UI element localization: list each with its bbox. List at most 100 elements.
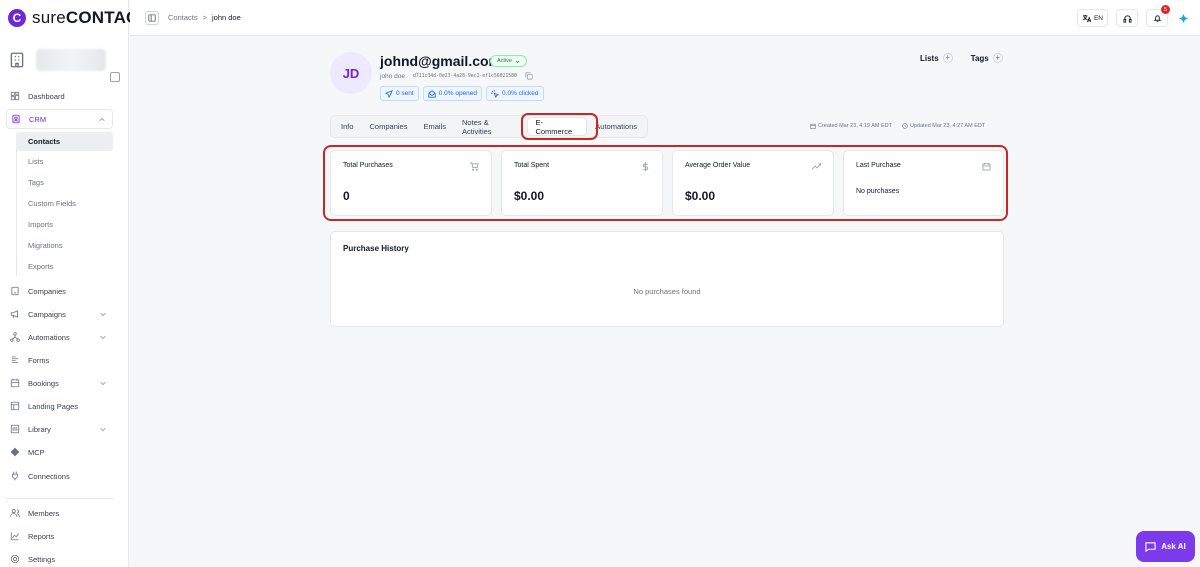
tab-emails[interactable]: Emails — [416, 118, 453, 135]
sidebar-sub-contacts[interactable]: Contacts — [16, 132, 113, 151]
breadcrumb-separator: > — [202, 13, 207, 22]
logo-mark: C — [8, 9, 26, 27]
calendar-icon — [10, 378, 20, 388]
sidebar-collapse-button[interactable] — [110, 72, 120, 82]
lists-tags: Lists + Tags + — [920, 53, 1003, 63]
notification-badge: 5 — [1161, 5, 1170, 14]
notifications-button[interactable]: 5 — [1146, 5, 1170, 27]
sidebar-item-companies[interactable]: Companies — [6, 281, 113, 301]
chevron-down-icon — [100, 381, 106, 386]
plus-icon: + — [942, 53, 953, 63]
layout-icon — [10, 401, 20, 411]
sidebar-item-crm[interactable]: CRM — [6, 109, 113, 129]
brand-icon[interactable] — [1176, 11, 1190, 25]
updated-date: Updated Mar 23, 4:27 AM EDT — [902, 123, 985, 129]
building-icon — [11, 286, 19, 296]
building-icon — [10, 52, 24, 68]
logo[interactable]: C sureCONTACT — [8, 8, 149, 28]
sidebar-item-label: Bookings — [28, 378, 59, 388]
contact-name: john doe — [380, 72, 405, 80]
sidebar-item-label: Members — [28, 508, 60, 518]
plus-icon: + — [992, 53, 1003, 63]
sidebar-item-connections[interactable]: Connections — [6, 466, 113, 486]
stat-sent: 0 sent — [380, 86, 419, 101]
translate-icon — [1082, 14, 1091, 22]
sidebar-item-mcp[interactable]: MCP — [6, 442, 113, 462]
cursor-click-icon — [491, 89, 500, 98]
sidebar: C sureCONTACT Dashboard CRM Contacts Lis… — [0, 0, 149, 567]
sidebar-item-label: MCP — [28, 447, 45, 457]
sidebar-divider — [6, 498, 113, 499]
tab-notes-activities[interactable]: Notes & Activities — [455, 118, 526, 136]
sidebar-item-label: Dashboard — [28, 91, 65, 101]
tab-info[interactable]: Info — [334, 118, 361, 135]
sidebar-item-label: Landing Pages — [28, 401, 79, 411]
created-date: Created Mar 23, 4:19 AM EDT — [810, 123, 892, 129]
form-icon — [11, 356, 19, 363]
purchase-history-title: Purchase History — [343, 244, 409, 253]
sidebar-item-forms[interactable]: Forms — [6, 350, 113, 370]
panel-icon — [148, 14, 156, 22]
copy-icon[interactable] — [525, 72, 533, 80]
highlight-ecommerce-cards — [323, 145, 1008, 221]
bell-icon — [1153, 14, 1161, 22]
headset-icon — [1122, 14, 1132, 23]
sidebar-item-bookings[interactable]: Bookings — [6, 373, 113, 393]
topbar: Contacts > john doe EN 5 — [130, 0, 1200, 36]
tab-companies[interactable]: Companies — [363, 118, 415, 135]
gear-icon — [10, 554, 20, 564]
ask-ai-button[interactable]: Ask AI — [1136, 531, 1195, 562]
sidebar-item-library[interactable]: Library — [6, 419, 113, 439]
sidebar-item-campaigns[interactable]: Campaigns — [6, 304, 113, 324]
chart-icon — [10, 532, 20, 541]
chevron-down-icon — [100, 312, 106, 317]
contact-subline: john doe d711c34d-0e23-4a28-9ec1-ef1c560… — [380, 72, 533, 80]
sidebar-item-reports[interactable]: Reports — [6, 526, 113, 546]
sidebar-sub-imports[interactable]: Imports — [16, 215, 113, 234]
chevron-down-icon — [100, 335, 106, 340]
language-button[interactable]: EN — [1076, 9, 1108, 27]
sidebar-item-label: Settings — [28, 554, 56, 564]
mcp-icon — [10, 447, 20, 457]
sidebar-sub-migrations[interactable]: Migrations — [16, 236, 113, 255]
sidebar-sub-exports[interactable]: Exports — [16, 257, 113, 276]
breadcrumb-contacts[interactable]: Contacts — [168, 13, 198, 22]
sidebar-sub-custom-fields[interactable]: Custom Fields — [16, 194, 113, 213]
contact-id: d711c34d-0e23-4a28-9ec1-ef1c56021580 — [412, 73, 517, 79]
chevron-down-icon — [100, 427, 106, 432]
breadcrumb-current: john doe — [212, 13, 241, 22]
users-icon — [10, 509, 20, 517]
sidebar-toggle-button[interactable] — [145, 11, 159, 25]
sidebar-item-settings[interactable]: Settings — [6, 549, 113, 567]
chevron-down-icon — [515, 60, 520, 63]
chat-icon — [1145, 542, 1156, 552]
sidebar-item-dashboard[interactable]: Dashboard — [6, 86, 113, 106]
dashboard-icon — [10, 91, 20, 101]
chevron-up-icon — [99, 117, 105, 122]
email-stats: 0 sent 0.0% opened 0.0% clicked — [380, 86, 544, 101]
workspace-switcher[interactable] — [8, 40, 120, 80]
sidebar-item-label: Automations — [28, 332, 70, 342]
breadcrumb: Contacts > john doe — [168, 13, 241, 22]
support-button[interactable] — [1116, 9, 1138, 27]
sidebar-item-landing-pages[interactable]: Landing Pages — [6, 396, 113, 416]
tags-add-button[interactable]: Tags + — [971, 53, 1003, 63]
sidebar-item-members[interactable]: Members — [6, 503, 113, 523]
megaphone-icon — [10, 310, 18, 318]
status-badge[interactable]: Active — [490, 55, 527, 67]
automation-icon — [10, 332, 20, 342]
contact-email: johnd@gmail.com — [380, 53, 501, 69]
contact-tabs: Info Companies Emails Notes & Activities… — [330, 115, 648, 138]
sidebar-sub-tags[interactable]: Tags — [16, 173, 113, 192]
topbar-actions: EN 5 — [1076, 5, 1190, 27]
sidebar-sub-lists[interactable]: Lists — [16, 152, 113, 171]
avatar: JD — [330, 52, 372, 94]
purchase-history-empty: No purchases found — [633, 287, 701, 296]
library-icon — [10, 424, 20, 434]
clock-icon — [902, 123, 908, 129]
sidebar-item-automations[interactable]: Automations — [6, 327, 113, 347]
crm-icon — [12, 114, 20, 124]
lists-add-button[interactable]: Lists + — [920, 53, 953, 63]
sidebar-item-label: Library — [28, 424, 51, 434]
language-label: EN — [1093, 14, 1103, 22]
